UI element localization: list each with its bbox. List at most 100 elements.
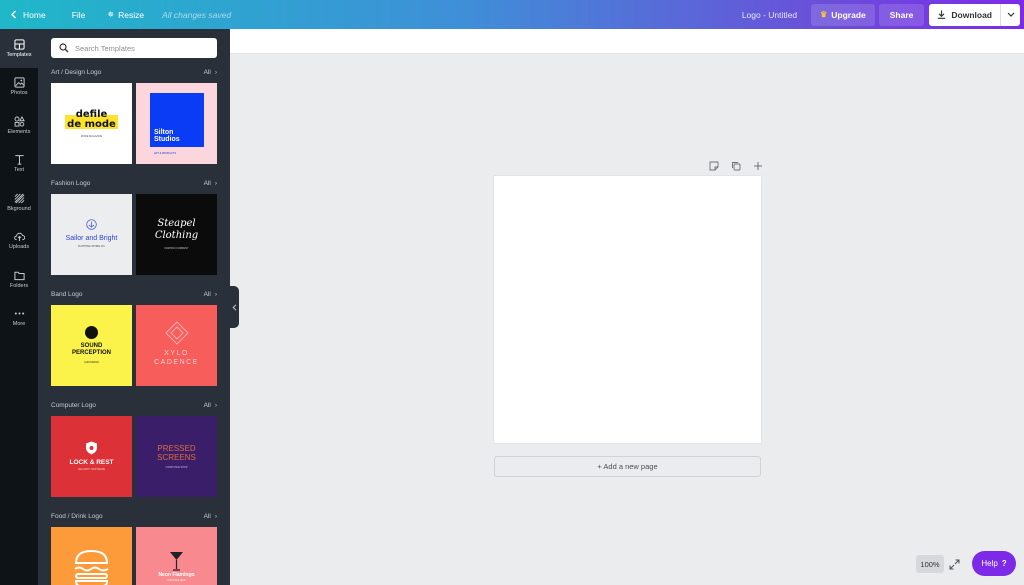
file-menu[interactable]: File xyxy=(72,10,86,20)
help-button[interactable]: Help ? xyxy=(972,551,1016,576)
section-title: Computer Logo xyxy=(51,401,96,409)
template-thumbnail[interactable]: LOCK & REST SECURITY SOFTWARE xyxy=(51,416,132,497)
search-input[interactable] xyxy=(75,43,205,53)
chevron-right-icon: › xyxy=(214,401,217,409)
rail-label: Uploads xyxy=(8,244,30,251)
rail-label: Bkground xyxy=(7,205,31,212)
search-box[interactable] xyxy=(51,38,217,58)
page-tools xyxy=(708,160,764,172)
logo-line-1: SOUND xyxy=(80,343,103,349)
rail-item-elements[interactable]: Elements xyxy=(0,106,38,145)
add-page-icon-button[interactable] xyxy=(752,160,764,172)
rail-item-more[interactable]: More xyxy=(0,299,38,338)
templates-icon xyxy=(13,39,25,50)
document-title[interactable]: Logo - Untitled xyxy=(742,10,797,20)
crown-icon: ♛ xyxy=(820,10,828,19)
see-all-link[interactable]: All › xyxy=(204,402,217,409)
logo-text: defile de mode xyxy=(51,110,132,130)
section-fashion-logo: Fashion Logo All › Sailor and Bright CLOT… xyxy=(51,177,217,275)
rail-item-templates[interactable]: Templates xyxy=(0,29,38,68)
zoom-level[interactable]: 100% xyxy=(916,555,944,573)
rail-label: Photos xyxy=(10,90,28,97)
logo-caption: MODE MAGAZINE xyxy=(80,135,103,138)
logo-line-2: Clothing xyxy=(154,230,199,241)
section-computer-logo: Computer Logo All › LOCK & REST SECURITY … xyxy=(51,399,217,497)
template-thumbnail[interactable]: Neon Flamingo COCKTAIL BAR xyxy=(136,527,217,585)
download-button[interactable]: Download xyxy=(929,4,1000,26)
logo-line-1: Silton xyxy=(154,129,174,136)
logo-caption: FASHION COMPANY xyxy=(164,247,189,250)
folders-icon xyxy=(13,271,25,280)
plus-icon xyxy=(754,162,762,170)
logo-text: Silton Studios xyxy=(154,129,180,143)
templates-panel: Art / Design Logo All› defile de mode MO… xyxy=(38,29,230,585)
template-thumbnail[interactable]: defile de mode MODE MAGAZINE xyxy=(51,83,132,164)
home-label: Home xyxy=(23,9,46,20)
logo-text: SOUND PERCEPTION xyxy=(51,343,132,357)
more-icon xyxy=(14,312,24,315)
template-thumbnail[interactable]: SOUND PERCEPTION AUDIOBAND xyxy=(51,305,132,386)
chevron-right-icon: › xyxy=(214,68,217,76)
top-bar: Home File ✵ Resize All changes saved Log… xyxy=(0,0,1024,29)
rail-item-background[interactable]: Bkground xyxy=(0,183,38,222)
search-icon xyxy=(59,43,69,53)
chevron-left-icon xyxy=(11,10,16,19)
rail-item-text[interactable]: Text xyxy=(0,145,38,184)
background-icon xyxy=(14,193,24,204)
rail-item-folders[interactable]: Folders xyxy=(0,260,38,299)
logo-text: XYLO CADENCE xyxy=(136,349,217,367)
sticky-note-icon xyxy=(709,161,719,171)
see-all-label: All xyxy=(203,179,211,187)
see-all-link[interactable]: All › xyxy=(204,69,217,76)
save-status: All changes saved xyxy=(162,9,232,20)
collapse-panel-button[interactable] xyxy=(230,286,239,328)
design-canvas-page[interactable] xyxy=(494,176,761,443)
template-thumbnail[interactable]: PRESSED SCREENS COMPUTER SHOP xyxy=(136,416,217,497)
page-notes-button[interactable] xyxy=(708,160,720,172)
rail-item-uploads[interactable]: Uploads xyxy=(0,222,38,261)
rail-label: Text xyxy=(13,167,25,174)
chevron-down-icon xyxy=(1007,12,1014,17)
question-icon: ? xyxy=(1001,559,1007,568)
see-all-label: All xyxy=(203,68,211,76)
chevron-left-icon xyxy=(232,303,237,311)
text-icon xyxy=(14,155,24,165)
template-thumbnail[interactable]: Sailor and Bright CLOTHING STORE CO. xyxy=(51,194,132,275)
template-thumbnail[interactable]: Silton Studios ART & PRODUCTS xyxy=(136,83,217,164)
see-all-link[interactable]: All › xyxy=(204,513,217,520)
resize-button[interactable]: ✵ Resize xyxy=(107,10,144,20)
logo-text: Steapel Clothing xyxy=(136,218,217,242)
duplicate-page-button[interactable] xyxy=(730,160,742,172)
elements-icon xyxy=(14,115,25,127)
burger-icon xyxy=(74,549,109,585)
resize-label: Resize xyxy=(118,9,145,20)
shield-icon xyxy=(86,441,97,455)
logo-caption: CLOTHING STORE CO. xyxy=(77,245,106,248)
logo-line-1: LOCK & REST xyxy=(69,459,114,466)
fullscreen-button[interactable] xyxy=(947,557,961,571)
logo-line-2: PERCEPTION xyxy=(71,350,111,356)
upgrade-button[interactable]: ♛ Upgrade xyxy=(811,3,875,26)
download-options-button[interactable] xyxy=(1000,3,1020,26)
logo-line-2: CADENCE xyxy=(154,359,199,366)
home-button[interactable]: Home xyxy=(10,10,46,20)
rail-item-photos[interactable]: Photos xyxy=(0,68,38,107)
chevron-right-icon: › xyxy=(214,512,217,520)
template-thumbnail[interactable] xyxy=(51,527,132,585)
template-thumbnail[interactable]: Steapel Clothing FASHION COMPANY xyxy=(136,194,217,275)
logo-caption: COCKTAIL BAR xyxy=(167,579,186,582)
band-badge-icon xyxy=(85,326,98,339)
see-all-link[interactable]: All › xyxy=(204,180,217,187)
download-label: Download xyxy=(951,9,992,20)
add-new-page-button[interactable]: + Add a new page xyxy=(494,456,761,477)
section-title: Fashion Logo xyxy=(51,179,91,187)
see-all-link[interactable]: All › xyxy=(204,291,217,298)
resize-icon: ✵ xyxy=(107,10,115,19)
share-button[interactable]: Share xyxy=(878,3,925,26)
anchor-icon xyxy=(86,219,97,230)
expand-icon xyxy=(949,559,959,569)
logo-text: PRESSED SCREENS xyxy=(136,444,217,462)
template-thumbnail[interactable]: XYLO CADENCE xyxy=(136,305,217,386)
section-band-logo: Band Logo All › SOUND PERCEPTION AUDIOBAN… xyxy=(51,288,217,386)
download-button-group: Download xyxy=(929,3,1020,26)
